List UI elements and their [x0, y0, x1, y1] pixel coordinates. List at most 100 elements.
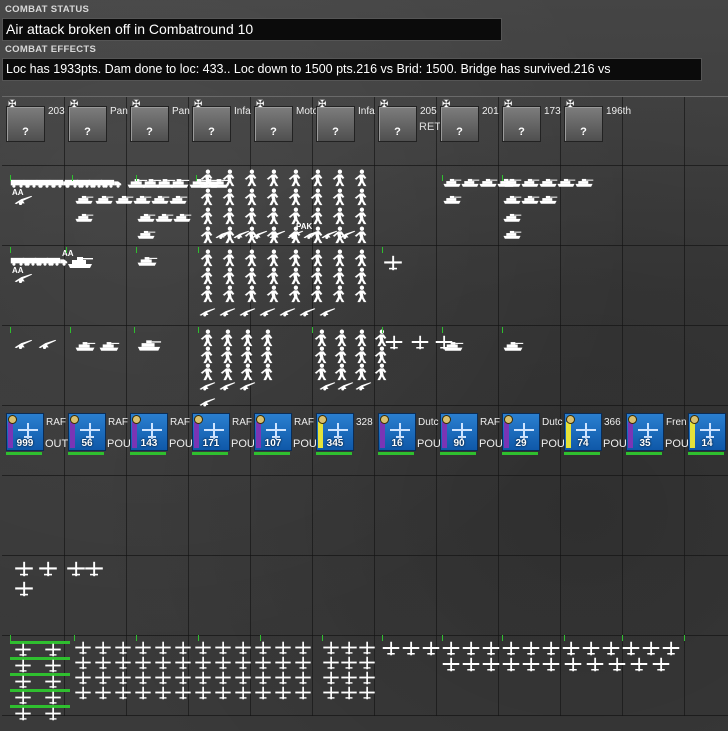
aircraft-icon [234, 686, 252, 700]
unit-counter-button[interactable]: ✠? [564, 100, 603, 142]
artillery-icon [318, 381, 336, 391]
aircraft-icon [482, 657, 500, 672]
combat-effects-box[interactable]: Loc has 1933pts. Dam done to loc: 433.. … [2, 58, 702, 81]
air-unit-counter[interactable]: 56 [68, 413, 106, 451]
air-unit-counter[interactable]: 107 [254, 413, 292, 451]
infantry-icon [308, 249, 326, 267]
air-unit-status: POU [417, 438, 441, 450]
artillery-icon [198, 307, 216, 317]
unit-counter-value: ? [332, 126, 339, 138]
artillery-icon [232, 230, 250, 239]
air-unit-counter[interactable]: 90 [440, 413, 478, 451]
air-unit-status: POU [231, 438, 255, 450]
unit-counter-button[interactable]: ✠? [440, 100, 479, 142]
infantry-icon [220, 207, 238, 225]
infantry-icon [220, 169, 238, 187]
grid-row-divider [2, 715, 728, 716]
roundel-icon [70, 415, 79, 424]
artillery-icon [278, 307, 296, 317]
health-tick [622, 635, 623, 641]
grid-row-divider [2, 405, 728, 406]
aircraft-icon [94, 671, 112, 685]
infantry-icon [238, 329, 256, 347]
aircraft-icon [12, 675, 34, 689]
infantry-icon [308, 285, 326, 303]
artillery-icon [238, 381, 256, 391]
infantry-icon [264, 207, 282, 225]
infantry-icon [258, 346, 276, 364]
aircraft-icon [14, 581, 34, 597]
infantry-icon [242, 169, 260, 187]
air-unit-counter[interactable]: 14 [688, 413, 726, 451]
artillery-icon [320, 230, 338, 239]
air-unit-counter[interactable]: 74 [564, 413, 602, 451]
aircraft-icon [322, 641, 340, 655]
aircraft-icon [608, 657, 626, 672]
grid-row-divider [2, 635, 728, 636]
infantry-icon [220, 188, 238, 206]
unit-counter-value: ? [394, 126, 401, 138]
infantry-icon [198, 169, 216, 187]
infantry-icon [242, 285, 260, 303]
aircraft-icon [174, 671, 192, 685]
infantry-icon [198, 285, 216, 303]
aircraft-icon [340, 686, 358, 700]
infantry-icon [330, 207, 348, 225]
health-tick [134, 327, 135, 333]
health-bar [564, 452, 600, 455]
grid-column-divider [126, 97, 127, 716]
aircraft-icon [602, 641, 620, 656]
health-tick [196, 175, 197, 181]
infantry-icon [352, 285, 370, 303]
unit-counter-button[interactable]: ✠? [6, 100, 45, 142]
unit-counter-button[interactable]: ✠? [68, 100, 107, 142]
unit-counter-button[interactable]: ✠? [254, 100, 293, 142]
infantry-icon [242, 207, 260, 225]
health-tick [502, 635, 503, 641]
air-unit-counter[interactable]: 35 [626, 413, 664, 451]
health-bar [688, 452, 724, 455]
infantry-icon [198, 267, 216, 285]
aircraft-icon [12, 643, 34, 657]
infantry-icon [220, 267, 238, 285]
roundel-icon [8, 415, 17, 424]
air-unit-status: POU [107, 438, 131, 450]
unit-counter-button[interactable]: ✠? [316, 100, 355, 142]
health-tick [442, 327, 443, 333]
combat-effects-label: COMBAT EFFECTS [5, 44, 97, 55]
roundel-icon [318, 415, 327, 424]
unit-name-label: 205 [420, 106, 437, 117]
health-tick [564, 635, 565, 641]
unit-counter-button[interactable]: ✠? [378, 100, 417, 142]
air-unit-counter[interactable]: 16 [378, 413, 416, 451]
air-unit-counter[interactable]: 143 [130, 413, 168, 451]
aircraft-icon [522, 641, 540, 656]
artillery-icon [198, 381, 216, 391]
aircraft-icon [214, 641, 232, 655]
artillery-icon [12, 339, 34, 349]
health-tick [136, 247, 137, 253]
unit-name-label: 173 [544, 106, 561, 117]
aircraft-icon [214, 686, 232, 700]
air-unit-counter[interactable]: 999 [6, 413, 44, 451]
artillery-icon [198, 397, 216, 407]
unit-counter-button[interactable]: ✠? [130, 100, 169, 142]
unit-counter-button[interactable]: ✠? [192, 100, 231, 142]
air-unit-counter[interactable]: 29 [502, 413, 540, 451]
aircraft-icon [294, 656, 312, 670]
health-tick [198, 635, 199, 641]
cross-icon: ✠ [256, 99, 265, 110]
tank-icon [556, 178, 576, 187]
aircraft-icon [382, 255, 404, 271]
air-unit-counter[interactable]: 171 [192, 413, 230, 451]
unit-counter-button[interactable]: ✠? [502, 100, 541, 142]
tank-icon [132, 195, 152, 204]
infantry-icon [264, 285, 282, 303]
air-unit-counter[interactable]: 345 [316, 413, 354, 451]
tank-icon [442, 195, 462, 204]
air-unit-name: RAF [46, 417, 66, 428]
tank-icon [502, 178, 522, 187]
unit-name-label: Moto [296, 106, 319, 117]
health-bar [626, 452, 662, 455]
aircraft-icon [254, 671, 272, 685]
